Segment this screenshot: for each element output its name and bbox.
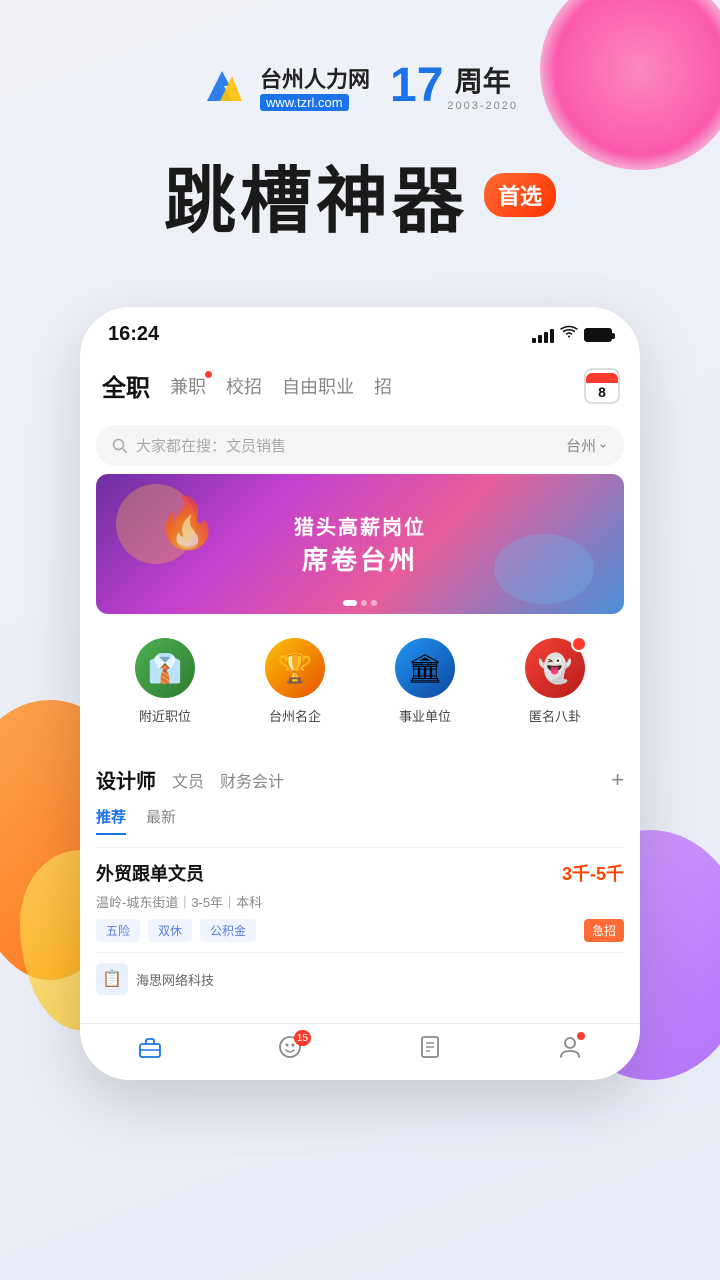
anniversary-label: 周年 [447, 60, 518, 100]
anniversary-area: 17 周年 2003-2020 [390, 60, 518, 112]
job-meta: 温岭-城东街道｜3-5年｜本科 [96, 892, 624, 911]
banner-text: 猎头高薪岗位 席卷台州 [294, 511, 426, 577]
status-time: 16:24 [108, 323, 159, 346]
company-row: 📋 海思网络科技 [96, 952, 624, 995]
bottom-nav-profile[interactable] [557, 1034, 583, 1060]
calendar-top [586, 373, 618, 383]
job-tag-fund: 公积金 [200, 919, 256, 942]
icon-item-institution[interactable]: 🏛 事业单位 [395, 638, 455, 725]
wifi-icon [560, 325, 578, 344]
search-icon [112, 438, 128, 454]
add-category-button[interactable]: + [611, 767, 624, 793]
famous-company-icon: 🏆 [265, 638, 325, 698]
phone-inner: 16:24 [80, 307, 640, 1080]
banner[interactable]: 🔥 猎头高薪岗位 席卷台州 [96, 474, 624, 614]
company-logo: 📋 [96, 963, 128, 995]
status-bar: 16:24 [80, 307, 640, 354]
hero-title-area: 跳槽神器 首选 [0, 142, 720, 247]
bottom-nav-activity[interactable]: 15 [277, 1034, 303, 1060]
job-tag-insurance: 五险 [96, 919, 140, 942]
job-title: 外贸跟单文员 [96, 860, 204, 886]
job-header: 外贸跟单文员 3千-5千 [96, 860, 624, 886]
nav-tab-recruit[interactable]: 招 [372, 369, 394, 403]
job-salary: 3千-5千 [562, 860, 624, 886]
document-icon [417, 1034, 443, 1060]
institution-icon: 🏛 [395, 638, 455, 698]
logo-main-text: 台州人力网 [260, 62, 370, 94]
logo-url: www.tzrl.com [260, 94, 349, 111]
job-tab-recommended[interactable]: 推荐 [96, 806, 126, 835]
banner-dot-3 [371, 600, 377, 606]
job-tags: 五险 双休 公积金 急招 [96, 919, 624, 942]
search-bar[interactable]: 大家都在搜：文员销售 台州 [96, 425, 624, 466]
job-tag-weekoff: 双休 [148, 919, 192, 942]
banner-dots [343, 600, 377, 606]
company-name: 海思网络科技 [136, 970, 214, 989]
job-section: 设计师 文员 财务会计 + 推荐 最新 外贸跟单文员 3千-5千 温岭-城东街道… [80, 749, 640, 1023]
top-section: 台州人力网 www.tzrl.com 17 周年 2003-2020 跳槽神器 … [0, 0, 720, 307]
bottom-nav-messages[interactable] [417, 1034, 443, 1060]
icon-grid: 👔 附近职位 🏆 台州名企 🏛 事业单位 👻 [80, 622, 640, 741]
calendar-button[interactable]: 8 [584, 368, 620, 404]
job-cat-finance[interactable]: 财务会计 [220, 768, 284, 792]
job-categories: 设计师 文员 财务会计 + [96, 765, 624, 794]
calendar-number: 8 [598, 385, 606, 399]
job-cat-clerk[interactable]: 文员 [172, 768, 204, 792]
institution-label: 事业单位 [399, 706, 451, 725]
profile-notification-dot [577, 1032, 585, 1040]
signal-icon [532, 327, 554, 343]
location-chevron-icon [598, 441, 608, 451]
job-tabs: 推荐 最新 [96, 806, 624, 835]
nav-tab-fulltime[interactable]: 全职 [100, 364, 152, 407]
anniversary-text-group: 周年 2003-2020 [447, 60, 518, 112]
hero-title: 跳槽神器 [164, 142, 468, 247]
hero-badge: 首选 [484, 173, 556, 217]
logo-icon [202, 66, 252, 106]
banner-title: 猎头高薪岗位 [294, 511, 426, 540]
nearby-jobs-icon: 👔 [135, 638, 195, 698]
job-listing[interactable]: 外贸跟单文员 3千-5千 温岭-城东街道｜3-5年｜本科 五险 双休 公积金 急… [96, 848, 624, 1007]
anniversary-number: 17 [390, 62, 443, 110]
gossip-notification-dot [571, 636, 587, 652]
anniversary-years: 2003-2020 [447, 100, 518, 112]
icon-item-nearby[interactable]: 👔 附近职位 [135, 638, 195, 725]
bottom-nav-jobs[interactable] [137, 1034, 163, 1060]
nav-tab-freelance[interactable]: 自由职业 [280, 369, 356, 403]
search-placeholder-text: 大家都在搜：文员销售 [136, 435, 286, 456]
activity-badge: 15 [294, 1030, 311, 1046]
icon-item-gossip[interactable]: 👻 匿名八卦 [525, 638, 585, 725]
banner-subtitle: 席卷台州 [294, 540, 426, 577]
search-location[interactable]: 台州 [566, 435, 608, 456]
icon-item-famous[interactable]: 🏆 台州名企 [265, 638, 325, 725]
logo-area: 台州人力网 www.tzrl.com 17 周年 2003-2020 [0, 60, 720, 112]
gossip-icon: 👻 [525, 638, 585, 698]
nav-tabs: 全职 兼职 校招 自由职业 招 8 [80, 354, 640, 417]
famous-company-label: 台州名企 [269, 706, 321, 725]
nearby-jobs-label: 附近职位 [139, 706, 191, 725]
job-tab-latest[interactable]: 最新 [146, 806, 176, 835]
briefcase-icon [137, 1034, 163, 1060]
nav-dot-parttime [205, 371, 212, 378]
bottom-nav: 15 [80, 1023, 640, 1080]
search-left: 大家都在搜：文员销售 [112, 435, 286, 456]
banner-dot-2 [361, 600, 367, 606]
status-icons [532, 325, 612, 344]
logo-text-group: 台州人力网 www.tzrl.com [260, 62, 370, 111]
phone-mockup: 16:24 [80, 307, 640, 1080]
nav-tab-parttime[interactable]: 兼职 [168, 369, 208, 403]
urgent-badge: 急招 [584, 919, 624, 942]
nav-tab-campus[interactable]: 校招 [224, 369, 264, 403]
banner-dot-1 [343, 600, 357, 606]
job-cat-designer[interactable]: 设计师 [96, 765, 156, 794]
gossip-label: 匿名八卦 [529, 706, 581, 725]
banner-flame-icon: 🔥 [156, 494, 218, 553]
battery-icon [584, 328, 612, 342]
